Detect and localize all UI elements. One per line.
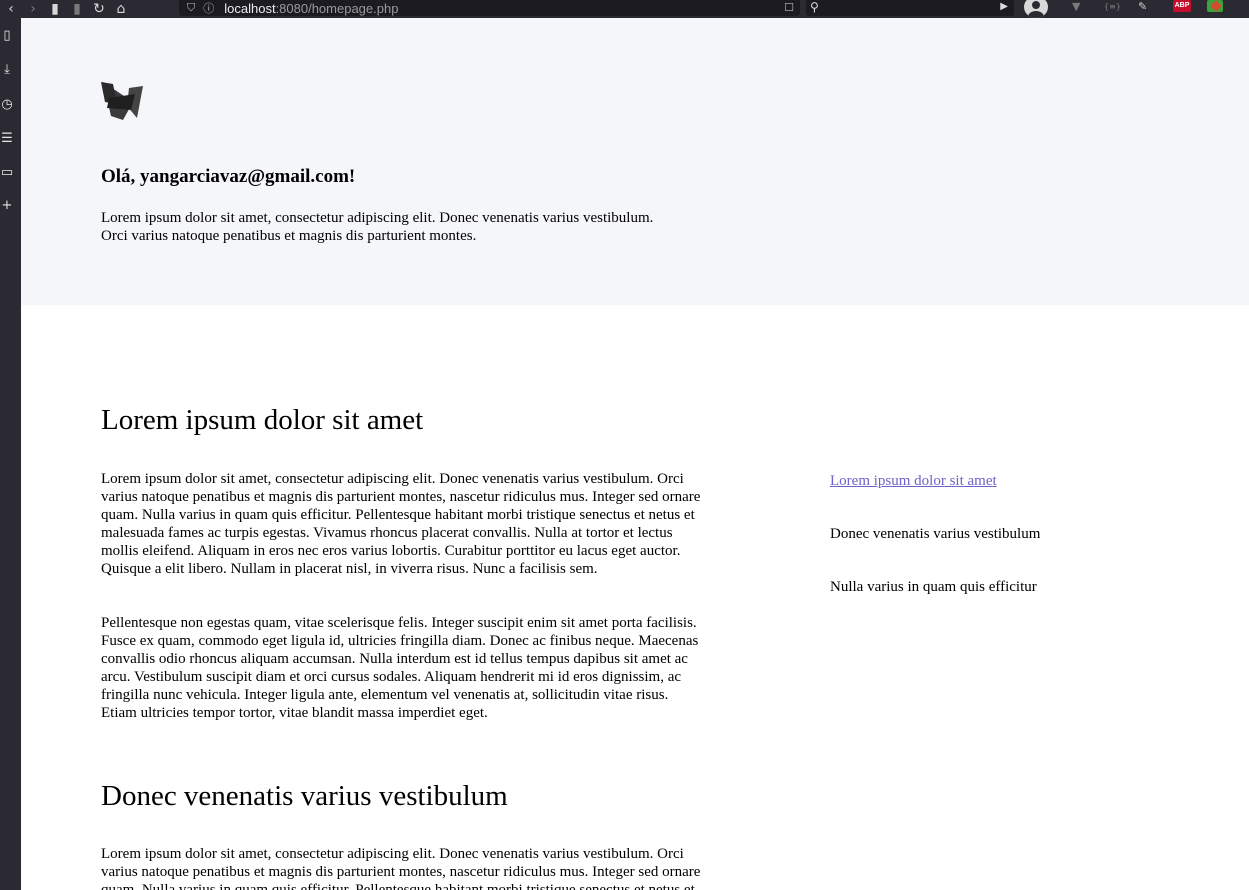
search-bar[interactable]: ⚲ ▶ [806,0,1014,16]
hero-section: Olá, yangarciavaz@gmail.com! Lorem ipsum… [21,18,1249,305]
vpn-extension-icon[interactable]: ▼ [1072,0,1080,14]
home-icon[interactable]: ⌂ [110,0,132,18]
page-content: Olá, yangarciavaz@gmail.com! Lorem ipsum… [21,18,1249,890]
shield-icon[interactable]: ⛉ [187,1,195,15]
bookmark-flag-icon[interactable]: ▮ [66,0,88,18]
intro-line: Orci varius natoque penatibus et magnis … [101,228,477,244]
adblock-extension-icon[interactable]: ABP [1173,0,1191,12]
section-paragraph: Lorem ipsum dolor sit amet, consectetur … [101,846,701,890]
intro-text: Lorem ipsum dolor sit amet, consectetur … [101,209,701,245]
search-icon: ⚲ [810,0,819,14]
reader-icon[interactable]: ▮ [44,0,66,18]
intro-line: Lorem ipsum dolor sit amet, consectetur … [101,210,654,226]
puzzle-extension-icon[interactable] [1207,0,1223,12]
reading-list-icon[interactable]: ☰ [0,130,14,148]
aside-item: Nulla varius in quam quis efficitur [830,579,1037,595]
aside-link[interactable]: Lorem ipsum dolor sit amet [830,472,997,490]
url-path: :8080/homepage.php [275,0,399,16]
section-paragraph: Lorem ipsum dolor sit amet, consectetur … [101,471,701,577]
json-extension-icon[interactable]: {≡} [1104,0,1121,14]
section-paragraph: Pellentesque non egestas quam, vitae sce… [101,615,699,721]
add-panel-icon[interactable]: + [0,197,14,215]
forward-icon[interactable]: › [22,0,44,18]
section-title: Donec venenatis varius vestibulum [101,780,508,812]
url-host: localhost [224,0,276,16]
bookmark-icon[interactable]: ☐ [784,1,794,14]
downloads-icon[interactable]: ⤓ [0,61,14,79]
address-bar[interactable]: ⛉ ⓘ localhost:8080/homepage.php ☐ [179,0,800,16]
browser-sidebar: ▯ ⤓ ◷ ☰ ▭ + [0,18,21,890]
greeting-heading: Olá, yangarciavaz@gmail.com! [101,166,356,187]
reload-icon[interactable]: ↻ [88,0,110,18]
bookmarks-icon[interactable]: ▯ [0,27,14,45]
section-title: Lorem ipsum dolor sit amet [101,404,424,436]
back-icon[interactable]: ‹ [0,0,22,18]
site-logo [101,82,143,120]
aside-item: Donec venenatis varius vestibulum [830,526,1041,542]
history-icon[interactable]: ◷ [0,96,14,114]
quill-extension-icon[interactable]: ✎ [1138,0,1147,14]
search-go-icon[interactable]: ▶ [1000,1,1008,12]
info-icon[interactable]: ⓘ [203,0,214,16]
tabs-icon[interactable]: ▭ [0,164,14,182]
